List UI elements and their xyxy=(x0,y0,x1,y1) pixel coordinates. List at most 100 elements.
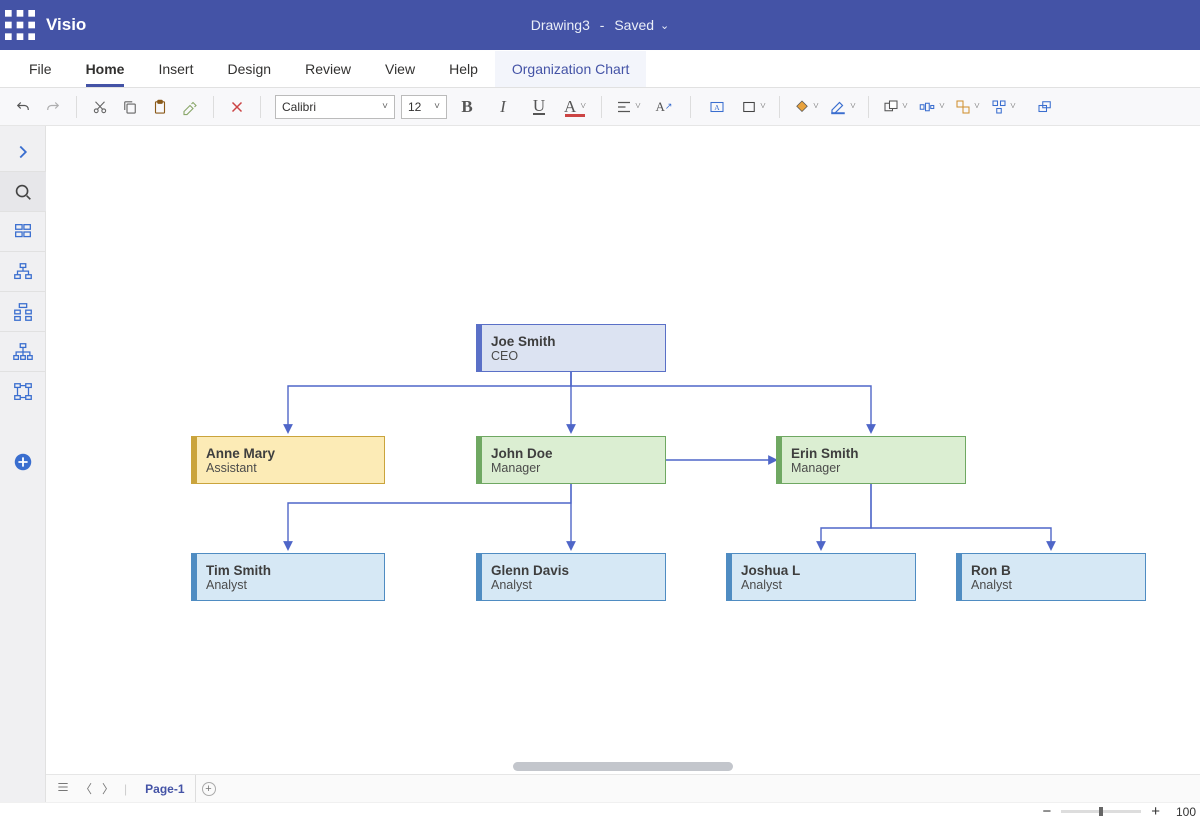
org-node-asst[interactable]: Anne MaryAssistant xyxy=(191,436,385,484)
align-shapes-button[interactable]: ˅ xyxy=(915,94,947,120)
document-name: Drawing3 xyxy=(531,17,590,33)
format-painter-button[interactable] xyxy=(177,94,203,120)
node-name: Ron B xyxy=(971,563,1137,578)
org-node-ceo[interactable]: Joe SmithCEO xyxy=(476,324,666,372)
stencil-hierarchy-4-icon[interactable] xyxy=(0,372,46,412)
zoom-out-button[interactable]: − xyxy=(1042,803,1051,820)
node-role: CEO xyxy=(491,349,657,363)
node-stripe xyxy=(777,437,782,483)
copy-button[interactable] xyxy=(117,94,143,120)
add-stencil-button[interactable] xyxy=(0,442,46,482)
font-family-value: Calibri xyxy=(282,100,316,114)
node-stripe xyxy=(477,554,482,600)
font-size-select[interactable]: 12 ˅ xyxy=(401,95,447,119)
tab-view[interactable]: View xyxy=(368,61,432,87)
line-color-button[interactable]: ˅ xyxy=(826,94,858,120)
org-node-a3[interactable]: Joshua LAnalyst xyxy=(726,553,916,601)
node-role: Analyst xyxy=(741,578,907,592)
shapes-rail xyxy=(0,126,46,802)
cut-button[interactable] xyxy=(87,94,113,120)
horizontal-scrollbar[interactable] xyxy=(46,758,1200,774)
node-name: John Doe xyxy=(491,446,657,461)
stencil-hierarchy-1-icon[interactable] xyxy=(0,252,46,292)
node-role: Analyst xyxy=(491,578,657,592)
connector-ceo-asst[interactable] xyxy=(288,372,571,432)
fill-color-button[interactable]: ˅ xyxy=(790,94,822,120)
node-name: Joshua L xyxy=(741,563,907,578)
tab-design[interactable]: Design xyxy=(210,61,288,87)
node-name: Joe Smith xyxy=(491,334,657,349)
italic-button[interactable]: I xyxy=(487,94,519,120)
org-node-a2[interactable]: Glenn DavisAnalyst xyxy=(476,553,666,601)
separator xyxy=(213,96,214,118)
node-stripe xyxy=(477,325,482,371)
undo-button[interactable] xyxy=(10,94,36,120)
next-page-button[interactable]: 〉 xyxy=(100,780,116,797)
node-name: Anne Mary xyxy=(206,446,376,461)
node-role: Analyst xyxy=(971,578,1137,592)
tab-review[interactable]: Review xyxy=(288,61,368,87)
node-stripe xyxy=(192,554,197,600)
expand-panel-button[interactable] xyxy=(0,132,46,172)
chevron-down-icon: ⌄ xyxy=(660,19,669,32)
add-page-button[interactable]: + xyxy=(202,782,216,796)
node-role: Analyst xyxy=(206,578,376,592)
shape-outline-button[interactable]: ˅ xyxy=(737,94,769,120)
underline-button[interactable]: U xyxy=(523,94,555,120)
arrange-button[interactable]: ˅ xyxy=(879,94,911,120)
org-node-a1[interactable]: Tim SmithAnalyst xyxy=(191,553,385,601)
zoom-slider[interactable] xyxy=(1061,810,1141,813)
align-button[interactable]: ˅ xyxy=(612,94,644,120)
svg-text:A: A xyxy=(714,103,720,112)
separator xyxy=(76,96,77,118)
search-shapes-button[interactable] xyxy=(0,172,46,212)
stencil-frame-icon[interactable] xyxy=(0,212,46,252)
position-button[interactable]: ˅ xyxy=(987,94,1019,120)
bold-button[interactable]: B xyxy=(451,94,483,120)
stencil-hierarchy-3-icon[interactable] xyxy=(0,332,46,372)
node-stripe xyxy=(477,437,482,483)
layers-button[interactable] xyxy=(1029,94,1061,120)
tab-insert[interactable]: Insert xyxy=(141,61,210,87)
org-node-mgr2[interactable]: Erin SmithManager xyxy=(776,436,966,484)
org-node-mgr1[interactable]: John DoeManager xyxy=(476,436,666,484)
text-size-button[interactable]: A↗ xyxy=(648,94,680,120)
status-bar: − + 100 xyxy=(0,802,1200,820)
tab-home[interactable]: Home xyxy=(69,61,142,87)
separator xyxy=(601,96,602,118)
node-stripe xyxy=(192,437,197,483)
stencil-hierarchy-2-icon[interactable] xyxy=(0,292,46,332)
group-button[interactable]: ˅ xyxy=(951,94,983,120)
text-block-button[interactable]: A xyxy=(701,94,733,120)
prev-page-button[interactable]: 〈 xyxy=(78,780,94,797)
connector-ceo-mgr2[interactable] xyxy=(571,372,871,432)
ribbon-tabs: File Home Insert Design Review View Help… xyxy=(0,50,1200,88)
tab-organization-chart[interactable]: Organization Chart xyxy=(495,51,647,87)
drawing-canvas[interactable]: Joe SmithCEO Anne MaryAssistant John DoeMa… xyxy=(46,126,1200,802)
tab-file[interactable]: File xyxy=(12,61,69,87)
chevron-down-icon: ˅ xyxy=(382,101,388,112)
all-pages-icon[interactable] xyxy=(54,780,72,797)
font-size-value: 12 xyxy=(408,100,421,114)
font-color-button[interactable]: A˅ xyxy=(559,94,591,120)
separator xyxy=(868,96,869,118)
connector-mgr2-a3[interactable] xyxy=(821,484,871,549)
paste-button[interactable] xyxy=(147,94,173,120)
page-tab[interactable]: Page-1 xyxy=(135,775,195,802)
font-family-select[interactable]: Calibri ˅ xyxy=(275,95,395,119)
zoom-value: 100 xyxy=(1170,805,1196,819)
zoom-in-button[interactable]: + xyxy=(1151,803,1160,820)
tab-help[interactable]: Help xyxy=(432,61,495,87)
node-stripe xyxy=(727,554,732,600)
separator xyxy=(690,96,691,118)
connector-mgr1-a1[interactable] xyxy=(288,484,571,549)
redo-button[interactable] xyxy=(40,94,66,120)
app-launcher-icon[interactable] xyxy=(0,0,40,50)
connector-mgr2-a4[interactable] xyxy=(871,484,1051,549)
document-status: Saved xyxy=(614,17,654,33)
org-node-a4[interactable]: Ron BAnalyst xyxy=(956,553,1146,601)
document-title[interactable]: Drawing3 - Saved ⌄ xyxy=(531,17,670,33)
delete-button[interactable] xyxy=(224,94,250,120)
separator xyxy=(779,96,780,118)
scrollbar-thumb[interactable] xyxy=(513,762,733,771)
